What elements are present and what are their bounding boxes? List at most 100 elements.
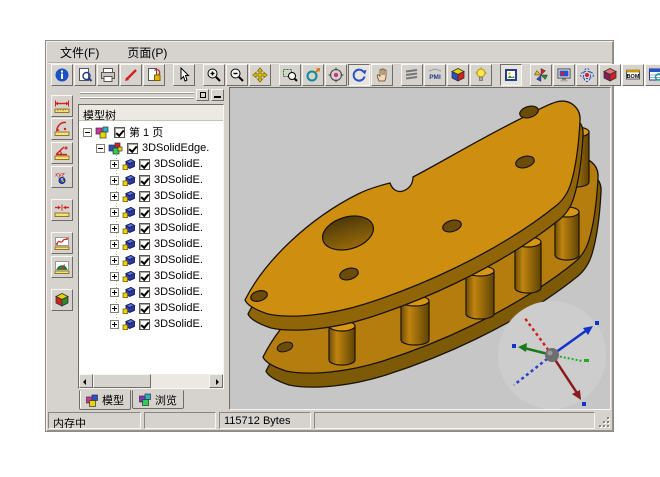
tree-row-part[interactable]: 3DSolidE. <box>79 268 223 284</box>
zoom-in-button[interactable] <box>203 64 225 86</box>
menu-page[interactable]: 页面(P) <box>125 43 169 62</box>
node-label: 3DSolidE. <box>154 270 203 282</box>
measure-area-icon <box>54 259 70 275</box>
tree-row-part[interactable]: 3DSolidE. <box>79 188 223 204</box>
panel-grip[interactable] <box>80 92 194 99</box>
layers-button[interactable] <box>401 64 423 86</box>
orbit-rings-button[interactable] <box>576 64 598 86</box>
info-button[interactable] <box>51 64 73 86</box>
svg-text:xyz: xyz <box>54 172 66 179</box>
scroll-right-arrow[interactable] <box>209 374 223 388</box>
tree-row-part[interactable]: 3DSolidE. <box>79 316 223 332</box>
measure-toolbar: xyz <box>47 87 78 411</box>
expand-toggle[interactable] <box>110 160 119 169</box>
scroll-left-arrow[interactable] <box>79 374 93 388</box>
tree-row-assembly[interactable]: 3DSolidEdge. <box>79 140 223 156</box>
print-preview-button[interactable] <box>74 64 96 86</box>
visibility-checkbox[interactable] <box>139 239 150 250</box>
visibility-checkbox[interactable] <box>139 207 150 218</box>
tree-row-part[interactable]: 3DSolidE. <box>79 172 223 188</box>
measure-gap-button[interactable] <box>51 199 73 221</box>
pan-button[interactable] <box>249 64 271 86</box>
zoom-out-button[interactable] <box>226 64 248 86</box>
bom-button[interactable]: BOM <box>622 64 644 86</box>
print-button[interactable] <box>97 64 119 86</box>
3d-viewport[interactable] <box>229 87 611 410</box>
tree-row-part[interactable]: 3DSolidE. <box>79 220 223 236</box>
expand-toggle[interactable] <box>110 176 119 185</box>
visibility-checkbox[interactable] <box>139 319 150 330</box>
coordinate-xyz-button[interactable]: xyz <box>51 166 73 188</box>
panel-hide-button[interactable] <box>211 89 224 101</box>
capture-button[interactable] <box>500 64 522 86</box>
panel-header[interactable] <box>78 88 226 103</box>
node-label: 第 1 页 <box>129 124 163 140</box>
visibility-checkbox[interactable] <box>139 271 150 282</box>
visibility-checkbox[interactable] <box>114 127 125 138</box>
expand-toggle[interactable] <box>110 192 119 201</box>
export-button[interactable] <box>143 64 165 86</box>
measure-distance-button[interactable] <box>51 95 73 117</box>
visibility-checkbox[interactable] <box>139 223 150 234</box>
visibility-checkbox[interactable] <box>139 255 150 266</box>
scroll-thumb[interactable] <box>93 374 151 388</box>
visibility-checkbox[interactable] <box>139 191 150 202</box>
tree-row-part[interactable]: 3DSolidE. <box>79 300 223 316</box>
menu-file[interactable]: 文件(F) <box>58 43 101 62</box>
visibility-checkbox[interactable] <box>139 287 150 298</box>
zoom-window-button[interactable] <box>279 64 301 86</box>
visibility-checkbox[interactable] <box>139 175 150 186</box>
expand-toggle[interactable] <box>110 288 119 297</box>
expand-toggle[interactable] <box>110 256 119 265</box>
model-tab-icon <box>86 394 99 407</box>
measure-area-button[interactable] <box>51 256 73 278</box>
panel-float-button[interactable] <box>196 89 209 101</box>
expand-toggle[interactable] <box>110 224 119 233</box>
pmi-icon: PMI <box>427 67 443 83</box>
collapse-toggle[interactable] <box>83 128 92 137</box>
solid-view-button[interactable] <box>51 289 73 311</box>
resize-grip[interactable] <box>598 412 611 429</box>
orbit-button[interactable] <box>302 64 324 86</box>
measure-angle-button[interactable] <box>51 142 73 164</box>
monitor-button[interactable] <box>553 64 575 86</box>
visibility-checkbox[interactable] <box>139 303 150 314</box>
pinwheel-button[interactable] <box>530 64 552 86</box>
measure-curve-button[interactable] <box>51 232 73 254</box>
tree-row-page[interactable]: 第 1 页 <box>79 124 223 140</box>
tab-model[interactable]: 模型 <box>79 390 131 410</box>
expand-toggle[interactable] <box>110 272 119 281</box>
views-button[interactable] <box>447 64 469 86</box>
tree-title: 模型树 <box>79 105 223 121</box>
expand-toggle[interactable] <box>110 240 119 249</box>
tab-browse[interactable]: 浏览 <box>132 390 184 409</box>
tree-row-part[interactable]: 3DSolidE. <box>79 252 223 268</box>
pmi-button[interactable]: PMI <box>424 64 446 86</box>
tree-row-part[interactable]: 3DSolidE. <box>79 236 223 252</box>
expand-toggle[interactable] <box>110 304 119 313</box>
status-cell-4 <box>314 412 595 429</box>
status-size: 115712 Bytes <box>219 412 311 429</box>
visibility-checkbox[interactable] <box>127 143 138 154</box>
rotate-center-button[interactable] <box>325 64 347 86</box>
info-icon <box>54 67 70 83</box>
measure-radius-button[interactable] <box>51 118 73 140</box>
orbit-rings-icon <box>579 67 595 83</box>
solid-cube-icon <box>54 292 70 308</box>
tree-hscrollbar[interactable] <box>79 374 223 388</box>
expand-toggle[interactable] <box>110 208 119 217</box>
collapse-toggle[interactable] <box>96 144 105 153</box>
tree-row-part[interactable]: 3DSolidE. <box>79 156 223 172</box>
table-search-button[interactable] <box>645 64 660 86</box>
tab-label: 模型 <box>102 392 124 408</box>
tree-row-part[interactable]: 3DSolidE. <box>79 204 223 220</box>
visibility-checkbox[interactable] <box>139 159 150 170</box>
light-button[interactable] <box>470 64 492 86</box>
tree-row-part[interactable]: 3DSolidE. <box>79 284 223 300</box>
annotate-button[interactable] <box>120 64 142 86</box>
pan-hand-button[interactable] <box>371 64 393 86</box>
solid-cube-button[interactable] <box>599 64 621 86</box>
expand-toggle[interactable] <box>110 320 119 329</box>
rotate-button[interactable] <box>348 64 370 86</box>
select-button[interactable] <box>173 64 195 86</box>
